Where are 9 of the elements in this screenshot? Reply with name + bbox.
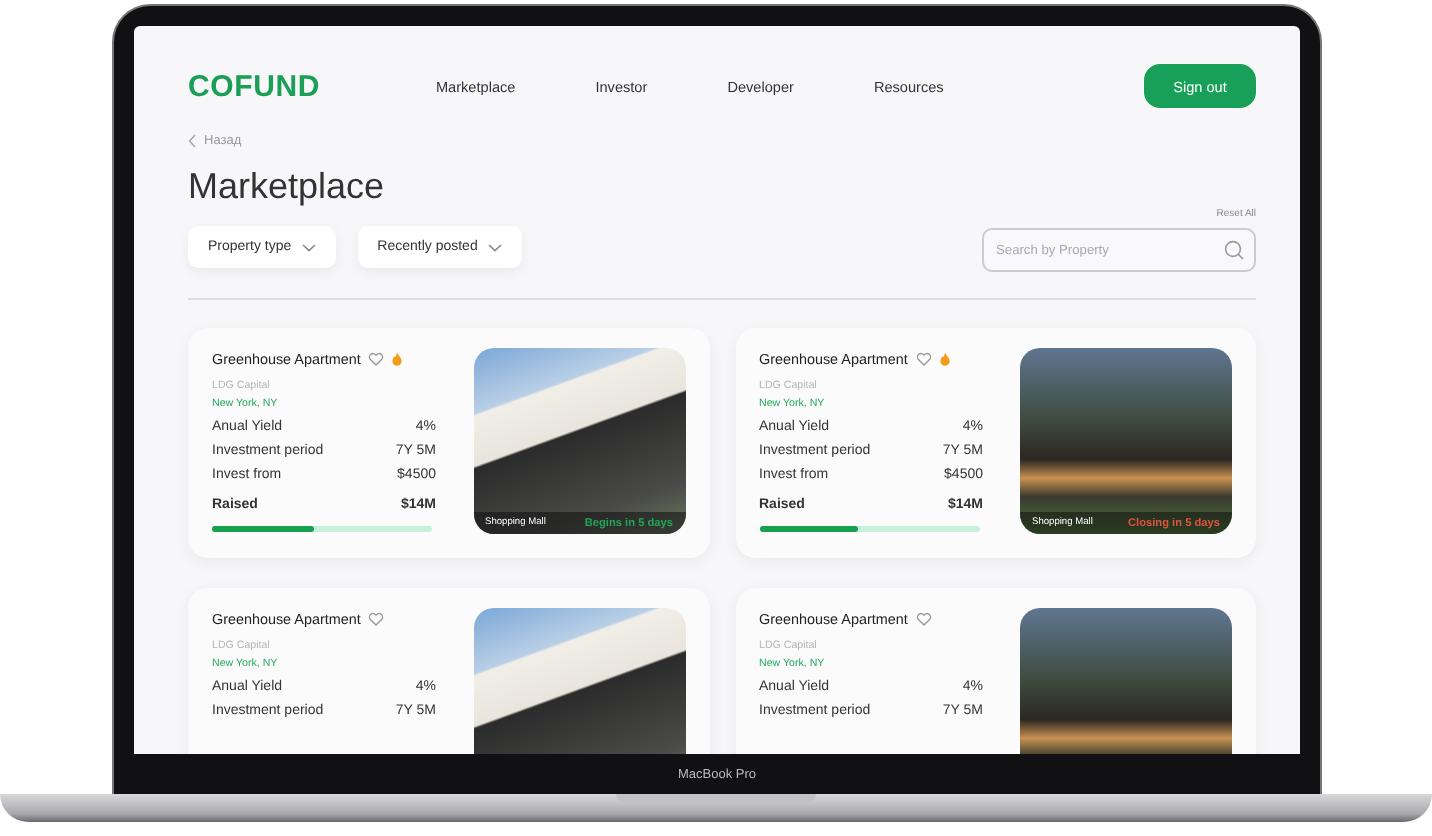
page-title: Marketplace <box>188 166 387 208</box>
heart-icon[interactable] <box>915 352 932 366</box>
chevron-down-icon <box>487 243 502 251</box>
chevron-left-icon[interactable] <box>188 134 196 148</box>
search-icon <box>1224 240 1244 260</box>
heart-icon[interactable] <box>368 612 385 626</box>
chevron-down-icon <box>301 243 316 251</box>
heart-icon[interactable] <box>368 352 385 366</box>
heart-icon[interactable] <box>915 612 932 626</box>
